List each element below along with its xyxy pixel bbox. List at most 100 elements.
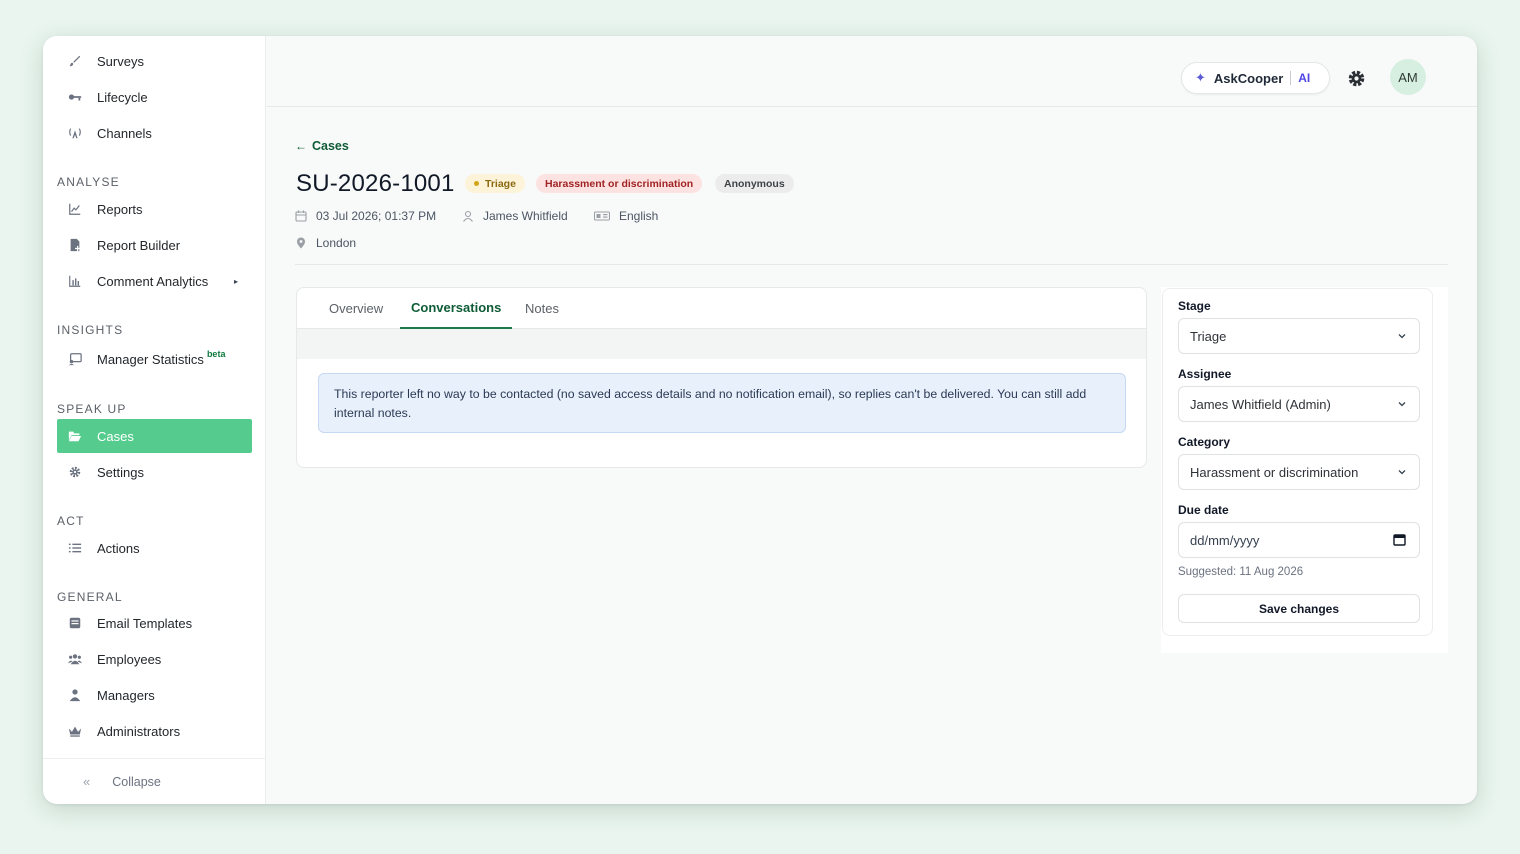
collapse-button[interactable]: « Collapse (43, 758, 266, 804)
sidebar-item-label: Actions (97, 540, 140, 556)
user-icon (462, 210, 474, 222)
sidebar-item-lifecycle[interactable]: Lifecycle (57, 80, 252, 114)
presentation-icon (68, 352, 82, 366)
case-details-panel: Stage Triage Assignee James Whitfield (A… (1161, 287, 1448, 653)
due-date-suggestion: Suggested: 11 Aug 2026 (1178, 566, 1304, 578)
gear-icon (68, 465, 82, 479)
section-label-general: GENERAL (57, 590, 123, 604)
sidebar-item-email-templates[interactable]: Email Templates (57, 606, 252, 640)
collapse-label: Collapse (112, 774, 161, 789)
tab-toolbar-strip (297, 329, 1146, 359)
tab-overview[interactable]: Overview (318, 288, 394, 329)
sidebar-item-label: Settings (97, 464, 144, 480)
section-label-insights: INSIGHTS (57, 323, 124, 337)
assignee-label: Assignee (1178, 367, 1232, 381)
double-chevron-left-icon: « (83, 774, 91, 789)
file-plus-icon (68, 238, 82, 252)
sidebar-item-label: Channels (97, 125, 152, 141)
info-notice: This reporter left no way to be contacte… (318, 373, 1126, 433)
sparkle-icon: ✦ (1195, 70, 1206, 85)
brush-icon (68, 54, 82, 68)
section-label-speak-up: SPEAK UP (57, 402, 127, 416)
stage-select[interactable]: Triage (1178, 318, 1420, 354)
user-tie-icon (68, 688, 82, 702)
sidebar-item-label: Manager Statistics (97, 351, 204, 367)
language-icon (594, 210, 610, 222)
sidebar-item-surveys[interactable]: Surveys (57, 44, 252, 78)
stage-badge: Triage (465, 174, 525, 193)
app-window: Surveys Lifecycle Channels ANALYSE Repor… (43, 36, 1477, 804)
category-badge: Harassment or discrimination (536, 174, 703, 193)
case-tabs-card: Overview Conversations Notes This report… (296, 287, 1147, 468)
bar-chart-icon (68, 274, 82, 288)
list-icon (68, 541, 82, 555)
sidebar-item-reports[interactable]: Reports (57, 192, 252, 226)
case-location: London (295, 236, 356, 250)
chevron-down-icon (1398, 470, 1406, 475)
status-dot (474, 181, 479, 186)
askcooper-separator (1290, 71, 1292, 85)
sidebar-item-label: Report Builder (97, 237, 181, 253)
askcooper-button[interactable]: ✦ AskCooper AI (1181, 62, 1330, 94)
sidebar-item-settings[interactable]: Settings (57, 455, 252, 489)
sidebar-item-label: Email Templates (97, 615, 193, 631)
sidebar-item-manager-statistics[interactable]: Manager Statistics beta (57, 342, 252, 376)
folder-open-icon (68, 429, 82, 443)
tab-bar: Overview Conversations Notes (297, 288, 1146, 329)
sidebar-item-label: Comment Analytics (97, 273, 209, 289)
case-language: English (594, 209, 658, 223)
askcooper-label: AskCooper (1213, 70, 1284, 86)
sidebar-item-report-builder[interactable]: Report Builder (57, 228, 252, 262)
stage-badge-label: Triage (485, 177, 516, 190)
assignee-select-value: James Whitfield (Admin) (1190, 396, 1331, 412)
sidebar-item-label: Cases (97, 428, 134, 444)
due-date-label: Due date (1178, 503, 1229, 517)
case-details-form: Stage Triage Assignee James Whitfield (A… (1162, 288, 1433, 636)
due-date-input[interactable]: dd/mm/yyyy (1178, 522, 1420, 558)
case-date-value: 03 Jul 2026; 01:37 PM (316, 209, 437, 223)
askcooper-ai-label: AI (1298, 71, 1311, 85)
arrow-left-icon: ← (295, 139, 307, 153)
sidebar-item-label: Surveys (97, 53, 144, 69)
sidebar: Surveys Lifecycle Channels ANALYSE Repor… (43, 36, 266, 804)
sidebar-item-label: Managers (97, 687, 155, 703)
broadcast-icon (68, 126, 82, 140)
back-link-label: Cases (312, 139, 349, 153)
calendar-icon (295, 210, 307, 222)
anonymity-badge: Anonymous (715, 174, 794, 193)
category-select[interactable]: Harassment or discrimination (1178, 454, 1420, 490)
chevron-down-icon (1398, 402, 1406, 407)
users-icon (68, 652, 82, 666)
sidebar-item-label: Reports (97, 201, 143, 217)
header-divider (295, 264, 1448, 265)
beta-badge: beta (206, 349, 226, 359)
stage-select-value: Triage (1190, 328, 1227, 344)
map-pin-icon (295, 237, 307, 249)
back-to-cases-link[interactable]: ← Cases (295, 139, 349, 153)
case-assignee-value: James Whitfield (483, 209, 568, 223)
section-label-act: ACT (57, 514, 85, 528)
sidebar-item-label: Administrators (97, 723, 181, 739)
tab-conversations[interactable]: Conversations (400, 288, 513, 329)
calendar-icon[interactable] (1393, 533, 1406, 546)
section-label-analyse: ANALYSE (57, 175, 120, 189)
sidebar-item-channels[interactable]: Channels (57, 116, 252, 150)
gear-icon[interactable] (1347, 69, 1366, 88)
sidebar-item-cases[interactable]: Cases (57, 419, 252, 453)
sidebar-item-comment-analytics[interactable]: Comment Analytics ▸ (57, 264, 252, 298)
tab-notes[interactable]: Notes (514, 288, 570, 329)
caret-right-icon: ▸ (233, 276, 238, 286)
category-label: Category (1178, 435, 1231, 449)
save-changes-button[interactable]: Save changes (1178, 594, 1420, 623)
avatar[interactable]: AM (1390, 59, 1426, 95)
sidebar-item-administrators[interactable]: Administrators (57, 714, 252, 748)
category-select-value: Harassment or discrimination (1190, 464, 1359, 480)
assignee-select[interactable]: James Whitfield (Admin) (1178, 386, 1420, 422)
sidebar-item-actions[interactable]: Actions (57, 531, 252, 565)
due-date-placeholder: dd/mm/yyyy (1190, 532, 1260, 548)
sidebar-item-managers[interactable]: Managers (57, 678, 252, 712)
line-chart-icon (68, 202, 82, 216)
page-title: SU-2026-1001 (296, 170, 455, 197)
chevron-down-icon (1398, 334, 1406, 339)
sidebar-item-employees[interactable]: Employees (57, 642, 252, 676)
